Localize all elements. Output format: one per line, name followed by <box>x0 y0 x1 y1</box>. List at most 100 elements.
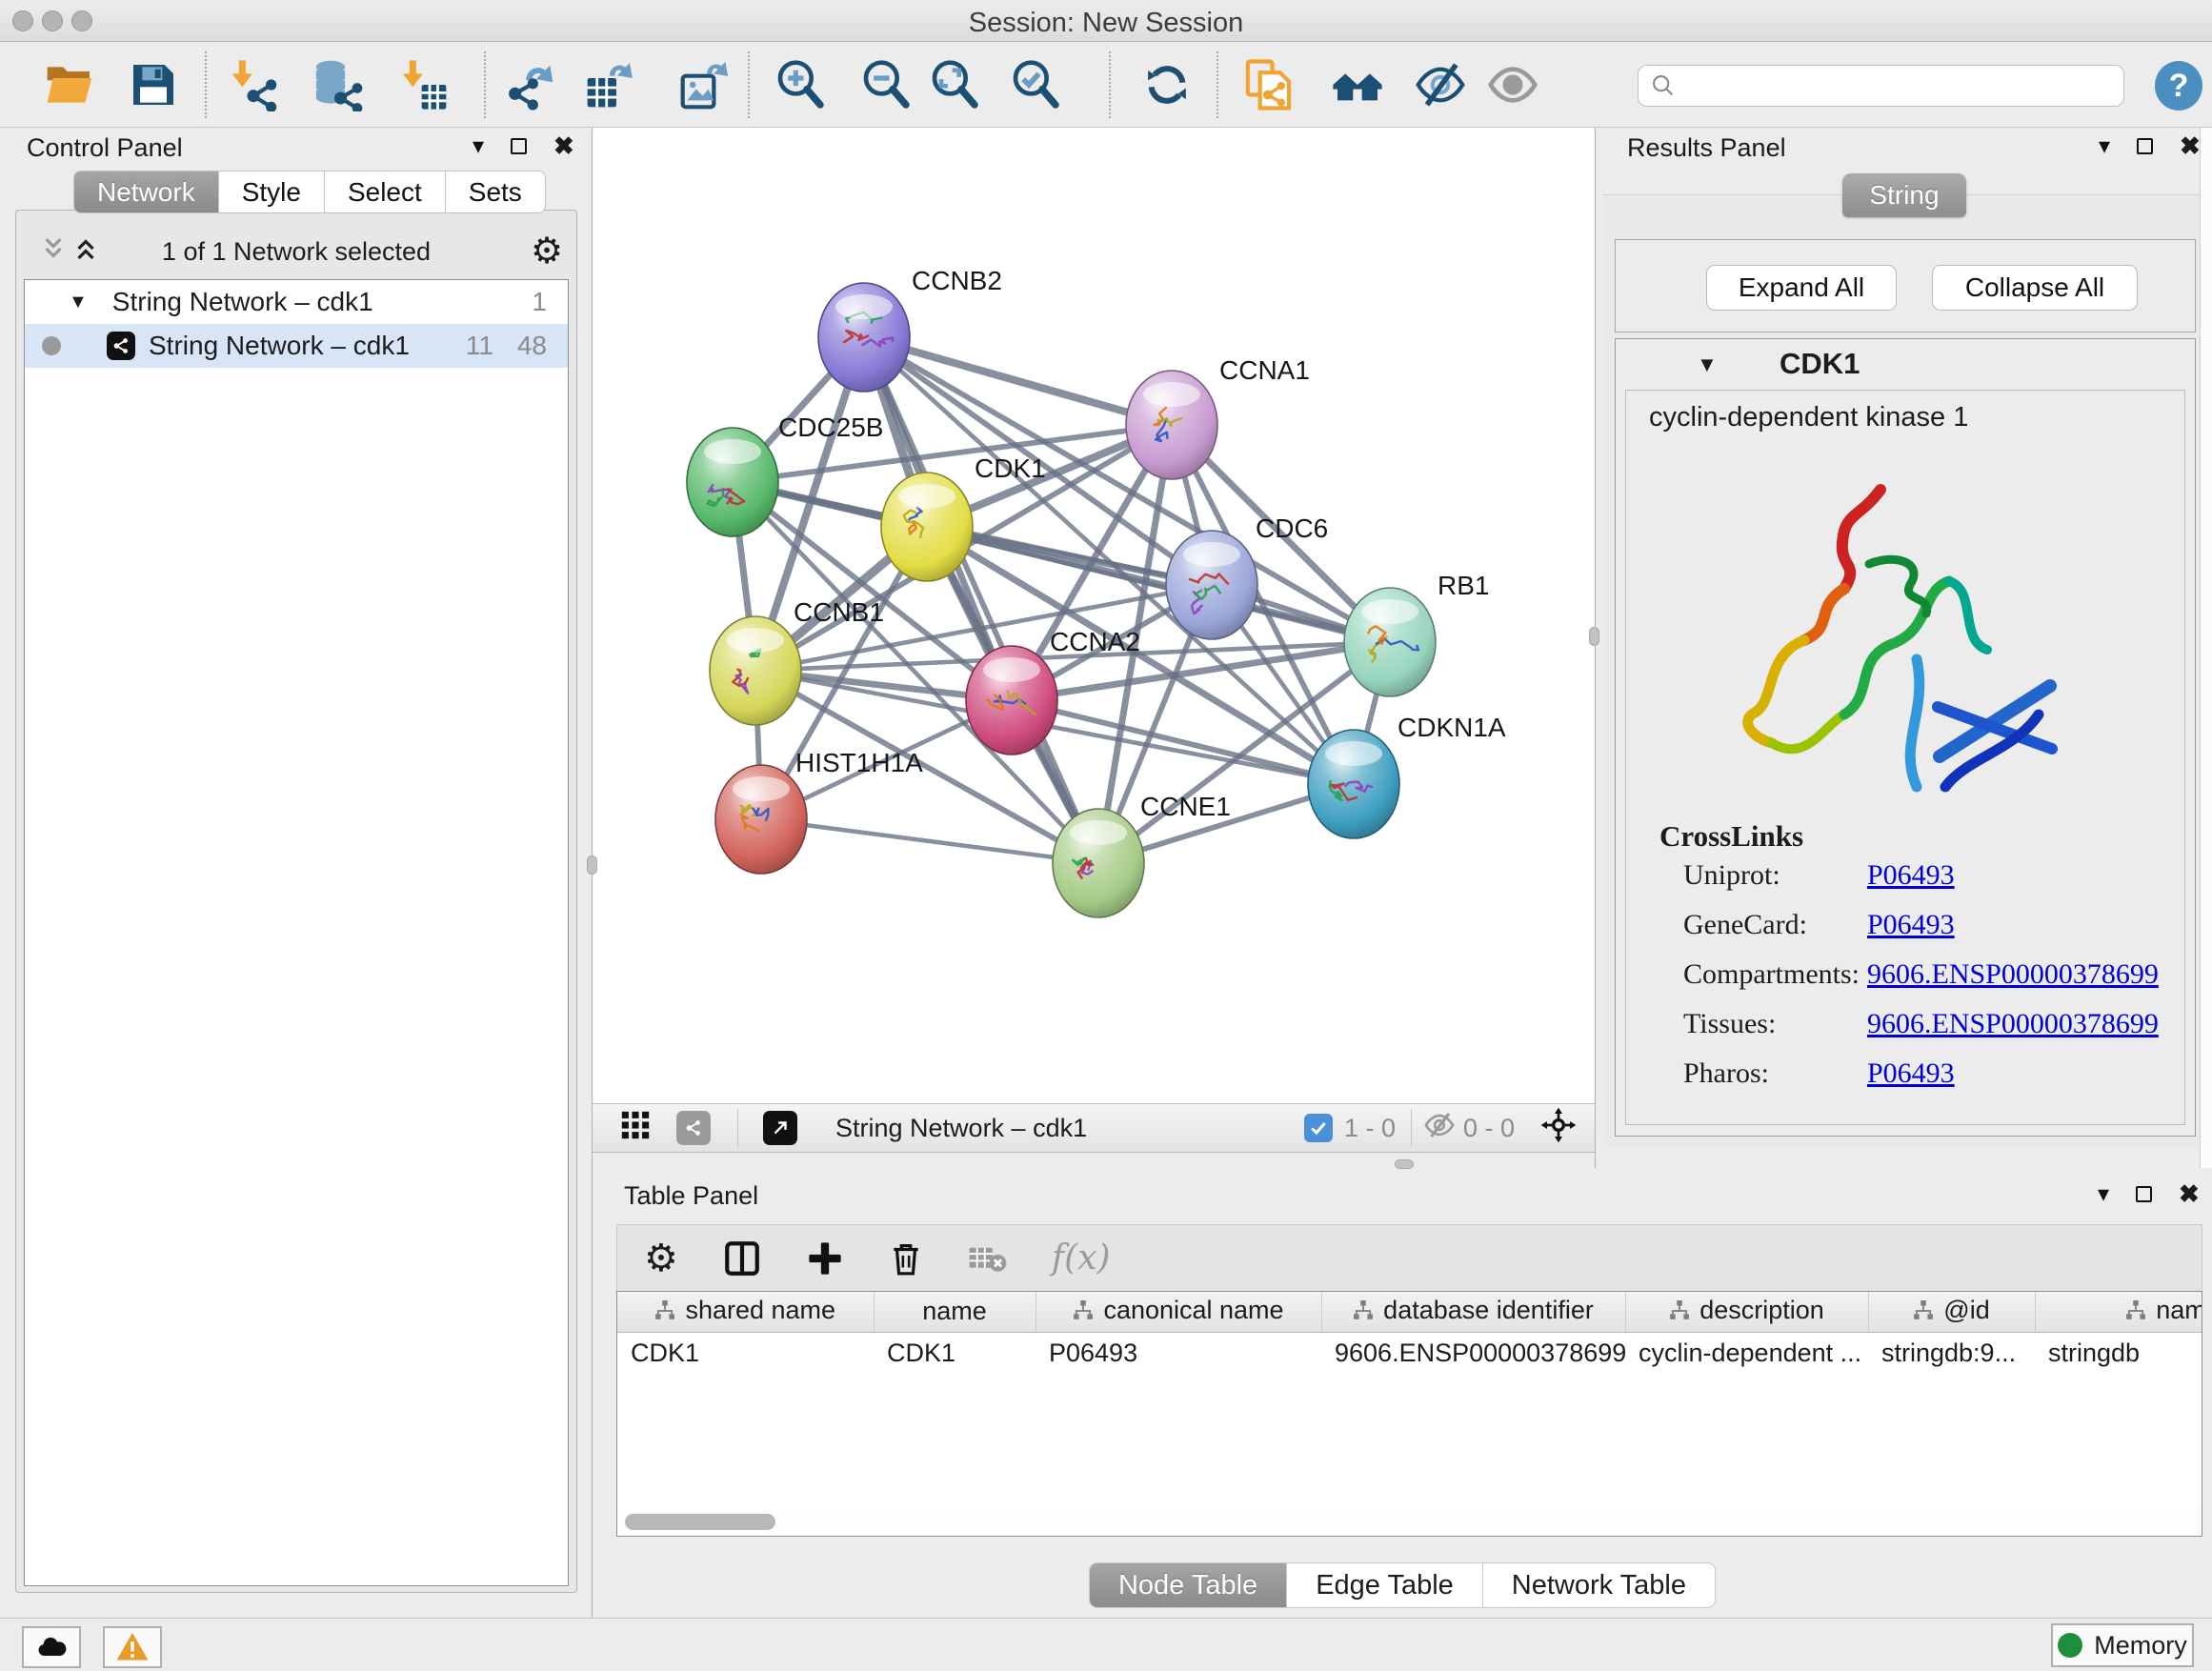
export-image-icon[interactable] <box>678 58 732 111</box>
column-header[interactable]: name <box>874 1292 1036 1332</box>
column-header[interactable]: database identifier <box>1321 1292 1625 1332</box>
crosslink-link[interactable]: 9606.ENSP00000378699 <box>1867 958 2159 991</box>
network-node-CCNA2[interactable] <box>966 646 1057 755</box>
right-splitter-handle[interactable] <box>1589 627 1599 646</box>
collection-count: 1 <box>532 287 547 317</box>
network-node-CDC25B[interactable] <box>687 428 778 536</box>
delete-column-icon[interactable] <box>888 1240 924 1277</box>
delete-table-icon[interactable] <box>968 1238 1008 1278</box>
close-panel-icon[interactable]: ✖ <box>553 131 574 161</box>
table-horizontal-scrollbar[interactable] <box>617 1513 2202 1532</box>
warning-status-button[interactable] <box>103 1626 162 1668</box>
hide-selected-icon[interactable] <box>1414 58 1467 111</box>
column-header[interactable]: canonical name <box>1036 1292 1321 1332</box>
collection-caret-icon[interactable]: ▼ <box>69 292 88 313</box>
tab-network-table[interactable]: Network Table <box>1483 1562 1716 1608</box>
column-header[interactable]: shared name <box>617 1292 874 1332</box>
network-node-label: CDC6 <box>1256 513 1328 543</box>
network-node-CCNA1[interactable] <box>1126 371 1217 479</box>
save-session-icon[interactable] <box>127 58 180 111</box>
results-tab-string[interactable]: String <box>1842 173 1966 217</box>
selected-checkbox-icon[interactable] <box>1304 1114 1333 1142</box>
zoom-out-icon[interactable] <box>859 58 913 111</box>
network-row-label: String Network – cdk1 <box>149 331 410 361</box>
memory-button[interactable]: Memory <box>2051 1623 2194 1667</box>
navigator-icon[interactable] <box>1539 1106 1578 1151</box>
grid-view-icon[interactable] <box>619 1109 652 1148</box>
tab-style[interactable]: Style <box>219 171 325 213</box>
gene-caret-icon[interactable]: ▼ <box>1697 352 1718 377</box>
crosslink-link[interactable]: P06493 <box>1867 909 1955 941</box>
import-network-file-icon[interactable] <box>227 58 280 111</box>
export-network-icon[interactable] <box>504 58 557 111</box>
float-panel-icon[interactable]: ▾ <box>2099 132 2110 160</box>
apply-layout-refresh-icon[interactable] <box>1140 58 1194 111</box>
tab-edge-table[interactable]: Edge Table <box>1287 1562 1483 1608</box>
cloud-status-button[interactable] <box>22 1626 81 1668</box>
network-node-HIST1H1A[interactable] <box>715 765 807 874</box>
network-canvas[interactable]: CCNB2CCNA1CDC25BCDK1CDC6RB1CCNB1CCNA2CDK… <box>593 128 1595 1103</box>
cell-shared-name[interactable]: CDK1 <box>617 1332 874 1374</box>
detach-view-icon[interactable] <box>763 1111 797 1145</box>
network-share-view-icon[interactable] <box>676 1111 711 1145</box>
show-columns-icon[interactable] <box>722 1238 762 1278</box>
expand-all-button[interactable]: Expand All <box>1706 265 1897 311</box>
network-node-CCNB2[interactable] <box>818 283 910 392</box>
add-column-icon[interactable] <box>806 1239 844 1278</box>
column-header[interactable]: namespace <box>2035 1292 2202 1332</box>
cell-name[interactable]: CDK1 <box>874 1332 1036 1374</box>
show-all-icon[interactable] <box>1486 58 1539 111</box>
maximize-panel-icon[interactable] <box>511 138 527 154</box>
crosslink-link[interactable]: 9606.ENSP00000378699 <box>1867 1008 2159 1040</box>
left-splitter-handle[interactable] <box>587 856 597 875</box>
table-splitter-handle[interactable] <box>1395 1159 1414 1169</box>
results-scrollbar[interactable] <box>2200 128 2212 1168</box>
column-header[interactable]: description <box>1625 1292 1868 1332</box>
close-panel-icon[interactable]: ✖ <box>2180 131 2201 161</box>
float-panel-icon[interactable]: ▾ <box>2098 1180 2109 1208</box>
import-network-database-icon[interactable] <box>311 58 364 111</box>
network-node-CDKN1A[interactable] <box>1308 730 1399 838</box>
tab-network[interactable]: Network <box>73 171 219 213</box>
table-options-gear-icon[interactable]: ⚙ <box>644 1237 678 1280</box>
network-node-RB1[interactable] <box>1344 588 1436 696</box>
zoom-fit-icon[interactable] <box>928 58 981 111</box>
help-icon[interactable]: ? <box>2155 61 2202 111</box>
network-node-CCNE1[interactable] <box>1053 809 1144 917</box>
network-node-CDK1[interactable] <box>881 473 973 581</box>
crosslink-link[interactable]: P06493 <box>1867 1057 1955 1090</box>
close-panel-icon[interactable]: ✖ <box>2179 1179 2200 1209</box>
crosslink-link[interactable]: P06493 <box>1867 859 1955 892</box>
maximize-panel-icon[interactable] <box>2136 1186 2152 1202</box>
zoom-selected-icon[interactable] <box>1009 58 1062 111</box>
float-panel-icon[interactable]: ▾ <box>473 132 484 160</box>
import-table-icon[interactable] <box>397 58 451 111</box>
network-row[interactable]: String Network – cdk1 11 48 <box>25 324 568 368</box>
table-row[interactable]: CDK1 CDK1 P06493 9606.ENSP00000378699 cy… <box>617 1332 2202 1374</box>
network-options-gear-icon[interactable]: ⚙ <box>531 230 563 272</box>
maximize-panel-icon[interactable] <box>2137 138 2153 154</box>
tab-sets[interactable]: Sets <box>446 171 546 213</box>
export-table-icon[interactable] <box>583 58 636 111</box>
collapse-all-button[interactable]: Collapse All <box>1932 265 2138 311</box>
cell-canonical-name[interactable]: P06493 <box>1036 1332 1321 1374</box>
open-session-icon[interactable] <box>43 58 96 111</box>
column-header[interactable]: @id <box>1868 1292 2035 1332</box>
first-neighbors-icon[interactable] <box>1331 58 1384 111</box>
tab-node-table[interactable]: Node Table <box>1089 1562 1287 1608</box>
cell-description[interactable]: cyclin-dependent ... <box>1625 1332 1868 1374</box>
search-input[interactable] <box>1677 71 2112 101</box>
cell-id[interactable]: stringdb:9... <box>1868 1332 2035 1374</box>
scrollbar-thumb[interactable] <box>625 1514 775 1530</box>
function-builder-icon[interactable]: f(x) <box>1052 1238 1111 1278</box>
zoom-in-icon[interactable] <box>774 58 827 111</box>
network-node-CDC6[interactable] <box>1166 531 1257 639</box>
cell-namespace[interactable]: stringdb <box>2035 1332 2202 1374</box>
network-node-CCNB1[interactable] <box>710 616 801 725</box>
network-edge <box>761 819 1098 863</box>
network-collection-row[interactable]: ▼ String Network – cdk1 1 <box>25 280 568 324</box>
string-results-zone: Expand All Collapse All ▼ CDK1 cyclin-de… <box>1603 194 2202 1147</box>
clone-network-icon[interactable] <box>1242 58 1296 111</box>
cell-database-identifier[interactable]: 9606.ENSP00000378699 <box>1321 1332 1625 1374</box>
tab-select[interactable]: Select <box>325 171 446 213</box>
